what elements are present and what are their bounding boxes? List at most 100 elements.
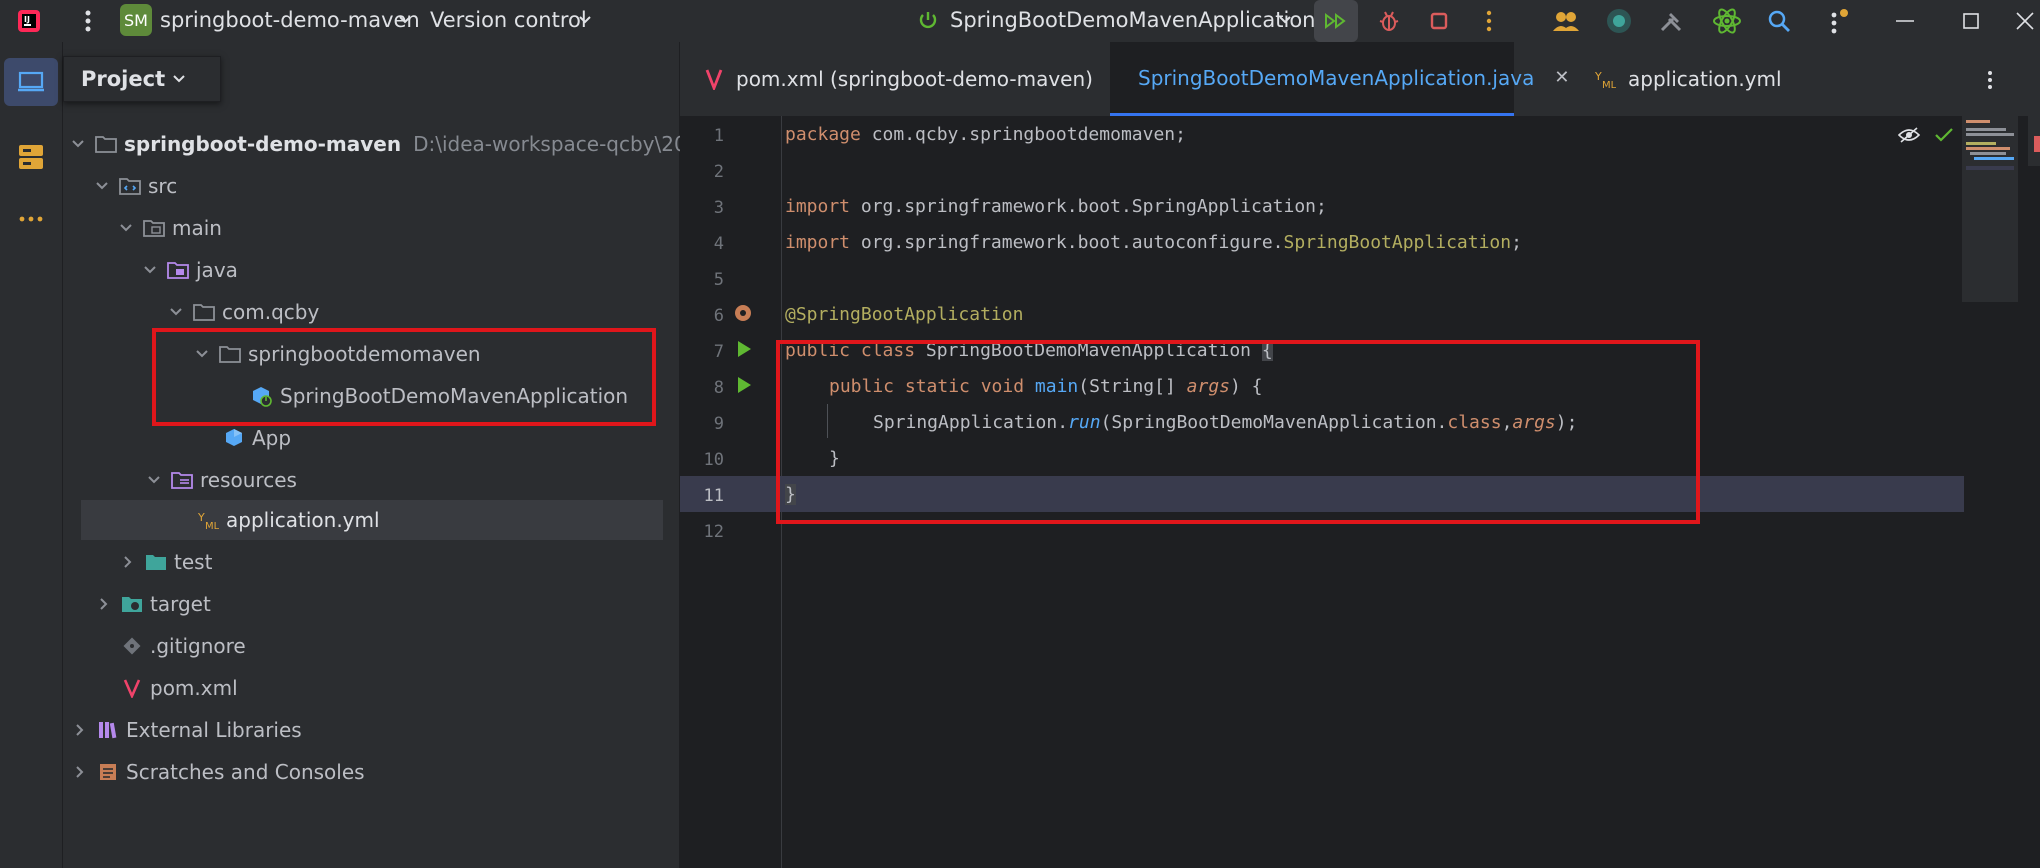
excluded-folder-icon	[120, 592, 144, 616]
run-button[interactable]	[1314, 0, 1358, 42]
code-with-me-icon[interactable]	[1550, 6, 1582, 36]
tool-window-strip	[0, 42, 63, 868]
close-tab-icon[interactable]: ✕	[1554, 67, 1569, 88]
test-folder-icon	[144, 550, 168, 574]
more-actions-icon[interactable]	[1476, 6, 1502, 36]
project-view-dropdown[interactable]: Project	[63, 56, 221, 102]
spring-bean-gutter-icon[interactable]	[732, 302, 754, 324]
source-folder-icon	[118, 174, 142, 198]
package-folder-icon	[192, 300, 216, 324]
run-configuration-dropdown[interactable]: SpringBootDemoMavenApplication	[950, 8, 1315, 32]
chevron-down-icon[interactable]	[70, 136, 86, 152]
tab-label: application.yml	[1628, 67, 1782, 91]
main-menu-icon[interactable]	[74, 6, 102, 36]
tree-item-label: test	[174, 550, 213, 574]
scratches-icon	[96, 760, 120, 784]
code-text: com.qcby.springbootdemomaven;	[860, 124, 1186, 145]
version-control-dropdown[interactable]: Version control	[430, 8, 587, 32]
spring-run-config-icon	[916, 8, 940, 32]
tree-item-label: main	[172, 216, 222, 240]
svg-text:Y: Y	[197, 511, 205, 524]
maximize-icon[interactable]	[1956, 8, 1986, 34]
keyword: import	[785, 196, 851, 217]
tree-item-scratches[interactable]: Scratches and Consoles	[72, 752, 365, 792]
tree-item-label: target	[150, 592, 211, 616]
chevron-down-icon[interactable]	[168, 304, 184, 320]
library-icon	[96, 718, 120, 742]
ai-assistant-icon[interactable]	[1604, 6, 1634, 36]
tree-item-label: springboot-demo-maven	[124, 132, 402, 156]
chevron-right-icon[interactable]	[120, 554, 136, 570]
run-gutter-icon[interactable]	[734, 374, 754, 396]
tab-pom-xml[interactable]: pom.xml (springboot-demo-maven)	[704, 42, 1093, 116]
chevron-down-icon[interactable]	[118, 220, 134, 236]
tree-item-label: App	[252, 426, 292, 450]
tree-item-resources[interactable]: resources	[146, 460, 297, 500]
line-number: 8	[713, 378, 724, 398]
chevron-down-icon[interactable]	[1276, 10, 1294, 30]
editor-tabs: pom.xml (springboot-demo-maven) SpringBo…	[680, 42, 2040, 117]
error-marker[interactable]	[2034, 136, 2040, 152]
build-tools-icon[interactable]	[1656, 6, 1686, 36]
svg-text:ML: ML	[205, 521, 219, 531]
chevron-right-icon[interactable]	[96, 596, 112, 612]
tree-item-label: com.qcby	[222, 300, 320, 324]
no-problems-check-icon[interactable]	[1932, 124, 1956, 146]
tree-item-gitignore[interactable]: .gitignore	[120, 626, 246, 666]
module-folder-icon	[142, 216, 166, 240]
debug-icon[interactable]	[1374, 6, 1404, 36]
more-tools-icon[interactable]	[14, 202, 48, 236]
tree-item-test[interactable]: test	[120, 542, 212, 582]
line-number: 3	[713, 198, 724, 218]
chevron-down-icon[interactable]	[146, 472, 162, 488]
keyword: package	[785, 124, 861, 145]
tree-item-src[interactable]: src	[94, 166, 177, 206]
line-number: 5	[713, 270, 724, 290]
tree-item-target[interactable]: target	[96, 584, 211, 624]
tab-label: pom.xml (springboot-demo-maven)	[736, 67, 1093, 91]
chevron-down-icon[interactable]	[94, 178, 110, 194]
intellij-logo-icon[interactable]: IJ	[14, 6, 44, 36]
reader-mode-icon[interactable]	[1896, 124, 1922, 146]
project-badge[interactable]: SM	[120, 4, 152, 36]
tree-item-application-yml[interactable]: Y ML application.yml	[196, 500, 380, 540]
tab-options-icon[interactable]	[1980, 66, 2000, 94]
code-line-3: import org.springframework.boot.SpringAp…	[785, 196, 1327, 217]
search-icon[interactable]	[1764, 6, 1794, 36]
yaml-file-icon: Y ML	[196, 508, 220, 532]
code-text: org.springframework.boot.SpringApplicati…	[850, 196, 1327, 217]
tree-item-package-com-qcby[interactable]: com.qcby	[168, 292, 319, 332]
tree-item-java[interactable]: java	[142, 250, 238, 290]
tree-item-label: External Libraries	[126, 718, 302, 742]
line-number: 2	[713, 162, 724, 182]
chevron-right-icon[interactable]	[72, 764, 88, 780]
tree-item-label: src	[148, 174, 178, 198]
chevron-right-icon[interactable]	[72, 722, 88, 738]
code-annotation-class: SpringBootApplication	[1283, 232, 1512, 253]
line-number: 9	[713, 414, 724, 434]
run-gutter-icon[interactable]	[734, 338, 754, 360]
close-window-icon[interactable]	[2010, 8, 2040, 34]
chevron-down-icon[interactable]	[576, 10, 594, 30]
tree-item-main[interactable]: main	[118, 208, 222, 248]
maven-file-icon	[120, 676, 144, 700]
tab-application-yml[interactable]: Y ML application.yml	[1594, 42, 1782, 116]
tree-item-external-libraries[interactable]: External Libraries	[72, 710, 302, 750]
code-highlight-annotation	[776, 340, 1700, 524]
chevron-down-icon[interactable]	[396, 10, 414, 30]
tab-main-class-java[interactable]: SpringBootDemoMavenApplication.java ✕	[1110, 42, 1569, 116]
minimize-icon[interactable]	[1890, 8, 1920, 34]
keyword: import	[785, 232, 851, 253]
services-icon[interactable]	[14, 140, 48, 174]
settings-notification-icon[interactable]	[1822, 4, 1854, 38]
svg-text:IJ: IJ	[24, 15, 30, 24]
atom-plugin-icon[interactable]	[1710, 4, 1744, 38]
project-name-dropdown[interactable]: springboot-demo-maven	[160, 8, 420, 32]
project-tool-button[interactable]	[4, 58, 58, 106]
minimap[interactable]	[1962, 116, 2018, 302]
stop-icon[interactable]	[1424, 6, 1454, 36]
tree-item-project-root[interactable]: springboot-demo-maven D:\idea-workspace-…	[70, 124, 725, 164]
tree-item-pom-xml[interactable]: pom.xml	[120, 668, 238, 708]
chevron-down-icon[interactable]	[142, 262, 158, 278]
project-path: D:\idea-workspace-qcby\20263	[413, 132, 725, 156]
